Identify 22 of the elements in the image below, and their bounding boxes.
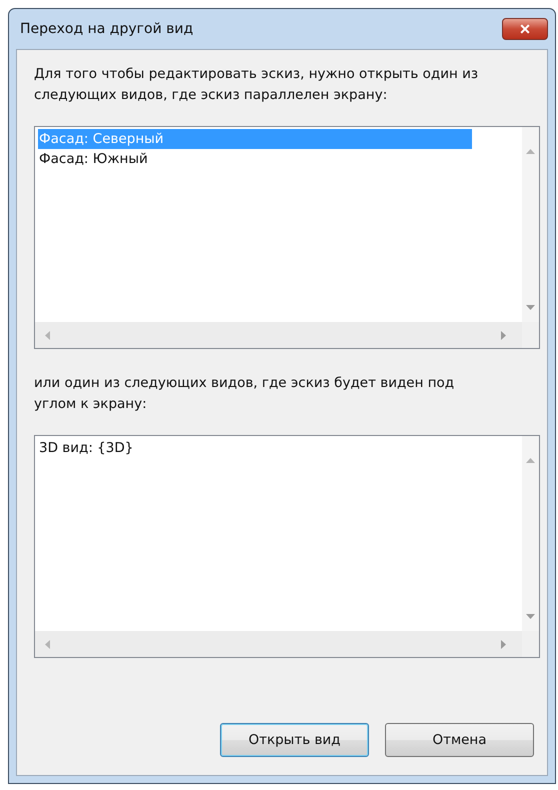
vertical-scrollbar[interactable] — [522, 436, 539, 631]
dialog-button[interactable]: Открыть вид — [220, 723, 369, 757]
scrollbar-corner — [522, 631, 539, 657]
horizontal-scrollbar[interactable] — [35, 631, 522, 657]
scroll-left-icon[interactable] — [45, 330, 50, 340]
window-title: Переход на другой вид — [19, 21, 194, 37]
horizontal-scrollbar[interactable] — [35, 322, 522, 348]
instruction-text: Для того чтобы редактировать эскиз, нужно открыть один из следующих видов, где эскиз параллелен экрану: — [34, 65, 480, 105]
close-button[interactable]: × — [502, 18, 548, 40]
scroll-up-icon[interactable] — [526, 149, 535, 154]
scroll-down-icon[interactable] — [526, 305, 535, 310]
list-item[interactable]: 3D вид: {3D} — [38, 438, 519, 458]
scrollbar-corner — [522, 322, 539, 348]
scroll-down-icon[interactable] — [526, 614, 535, 619]
vertical-scrollbar[interactable] — [522, 127, 539, 322]
list-item[interactable]: Фасад: Южный — [38, 149, 519, 169]
scroll-left-icon[interactable] — [45, 640, 50, 648]
scroll-up-icon[interactable] — [526, 458, 535, 463]
dialog-button[interactable]: Отмена — [385, 723, 534, 757]
scroll-right-icon[interactable] — [501, 330, 506, 340]
instruction-text: или один из следующих видов, где эскиз будет виден под углом к экрану: — [34, 374, 456, 414]
scroll-right-icon[interactable] — [501, 640, 506, 648]
